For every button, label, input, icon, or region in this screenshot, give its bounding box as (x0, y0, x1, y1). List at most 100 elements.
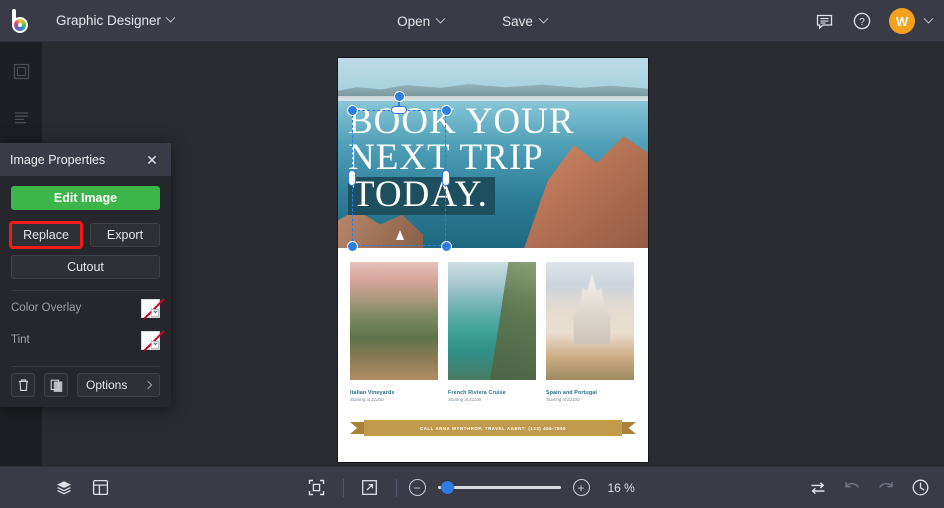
help-button[interactable]: ? (845, 4, 879, 38)
user-avatar[interactable]: W (889, 8, 915, 34)
save-button[interactable]: Save (492, 8, 557, 34)
tint-swatch[interactable] (141, 330, 165, 352)
options-button[interactable]: Options (77, 373, 160, 397)
layers-icon (57, 480, 71, 494)
edit-image-button[interactable]: Edit Image (11, 186, 160, 210)
duplicate-icon (50, 379, 62, 392)
poster-document[interactable]: BOOK YOUR NEXT TRIP TODAY. Italian Viney… (338, 58, 648, 462)
close-icon[interactable]: ✕ (143, 151, 161, 169)
zoom-out-button[interactable]: − (408, 479, 426, 496)
chat-bubble-icon (816, 14, 832, 29)
card-image-french-riviera[interactable] (448, 262, 536, 380)
options-label: Options (86, 378, 128, 392)
card-caption[interactable]: Italian Vineyards Starting at £1200 (350, 390, 438, 402)
card-image-italian-vineyards[interactable] (350, 262, 438, 380)
card-image-spain-portugal[interactable] (546, 262, 634, 380)
selection-overlay (346, 91, 452, 252)
handle-middle-left[interactable] (348, 170, 356, 186)
handle-middle-right[interactable] (442, 170, 450, 186)
color-overlay-swatch[interactable] (141, 298, 165, 320)
card-caption[interactable]: French Riviera Cruise Starting at £1100 (448, 390, 536, 402)
export-button[interactable]: Export (90, 223, 160, 247)
page-layout-icon (92, 479, 108, 496)
handle-top-center[interactable] (391, 106, 407, 114)
zoom-slider[interactable] (437, 481, 561, 495)
layers-button[interactable] (50, 474, 78, 502)
canvas-area[interactable]: BOOK YOUR NEXT TRIP TODAY. Italian Viney… (42, 42, 944, 466)
panel-footer: Options (0, 367, 171, 397)
undo-arrow-icon (845, 481, 859, 488)
panel-body: Edit Image Replace Export Cutout Color O… (0, 176, 171, 367)
zoom-in-button[interactable]: + (572, 479, 590, 496)
handle-bottom-left[interactable] (346, 240, 358, 252)
replace-export-row: Replace Export (9, 221, 160, 249)
toolbar-divider (342, 478, 344, 497)
chevron-right-icon (143, 380, 153, 390)
zoom-slider-handle[interactable] (440, 481, 454, 494)
fullscreen-button[interactable] (356, 474, 384, 502)
handle-top-left[interactable] (346, 104, 358, 116)
delete-button[interactable] (11, 373, 35, 397)
replace-button[interactable]: Replace (9, 221, 83, 249)
sidebar-item-templates[interactable] (0, 54, 42, 88)
color-overlay-dropdown-icon[interactable] (151, 308, 159, 317)
document-title-label: Graphic Designer (56, 13, 162, 28)
card-subtitle: Starting at £2100 (546, 397, 580, 402)
text-lines-icon (14, 111, 28, 123)
swap-arrows-icon (811, 481, 825, 494)
bottom-toolbar-center: − + 16 % (0, 474, 944, 502)
poster-card-images (350, 262, 636, 390)
bottom-toolbar-left (0, 474, 114, 502)
bottom-toolbar-right (804, 474, 934, 502)
duplicate-button[interactable] (44, 373, 68, 397)
cutout-button[interactable]: Cutout (11, 255, 160, 279)
card-title: Italian Vineyards (350, 390, 395, 396)
page-layout-button[interactable] (86, 474, 114, 502)
open-button[interactable]: Open (387, 8, 454, 34)
redo-arrow-icon (879, 481, 893, 488)
top-toolbar-right: ? W (807, 0, 936, 42)
chat-button[interactable] (807, 4, 841, 38)
color-overlay-label: Color Overlay (11, 302, 82, 314)
image-properties-panel: Image Properties ✕ Edit Image Replace Ex… (0, 143, 171, 407)
trash-icon (18, 379, 28, 391)
card-caption[interactable]: Spain and Portugal Starting at £2100 (546, 390, 634, 402)
open-label: Open (397, 13, 431, 29)
poster-card-captions: Italian Vineyards Starting at £1200 Fren… (350, 390, 636, 402)
fit-to-screen-icon (308, 479, 325, 496)
tint-dropdown-icon[interactable] (151, 340, 159, 349)
redo-button[interactable] (872, 474, 900, 502)
tint-label: Tint (11, 334, 30, 346)
expand-arrow-icon (362, 480, 377, 495)
save-label: Save (502, 13, 533, 29)
undo-button[interactable] (838, 474, 866, 502)
svg-text:?: ? (859, 17, 865, 28)
color-overlay-row: Color Overlay (11, 293, 165, 323)
zoom-level-value: 16 % (607, 480, 635, 495)
history-button[interactable] (906, 474, 934, 502)
color-wheel-logo-icon (9, 8, 33, 33)
question-mark-circle-icon: ? (853, 12, 871, 30)
panel-header: Image Properties ✕ (0, 143, 171, 176)
swap-button[interactable] (804, 474, 832, 502)
sidebar-item-text[interactable] (0, 100, 42, 134)
handle-bottom-right[interactable] (440, 240, 452, 252)
chevron-down-icon (165, 12, 176, 23)
card-title: French Riviera Cruise (448, 390, 506, 396)
zoom-slider-track (437, 486, 561, 489)
chevron-down-icon (538, 13, 549, 24)
panel-divider (11, 290, 160, 291)
selection-bounding-box (352, 110, 446, 246)
ribbon-text: CALL ANNA WYNTHROP, TRAVEL AGENT: (123) … (419, 425, 567, 431)
handle-top-right[interactable] (440, 104, 452, 116)
handle-rotate[interactable] (393, 91, 405, 102)
app-logo[interactable] (0, 0, 42, 42)
avatar-initial: W (895, 13, 909, 29)
poster-ribbon[interactable]: CALL ANNA WYNTHROP, TRAVEL AGENT: (123) … (350, 420, 636, 438)
account-chevron-down-icon[interactable] (923, 13, 934, 24)
document-title-dropdown[interactable]: Graphic Designer (46, 8, 184, 34)
fit-to-screen-button[interactable] (303, 474, 331, 502)
card-subtitle: Starting at £1100 (448, 397, 482, 402)
templates-icon (13, 63, 29, 79)
panel-title: Image Properties (10, 152, 106, 167)
